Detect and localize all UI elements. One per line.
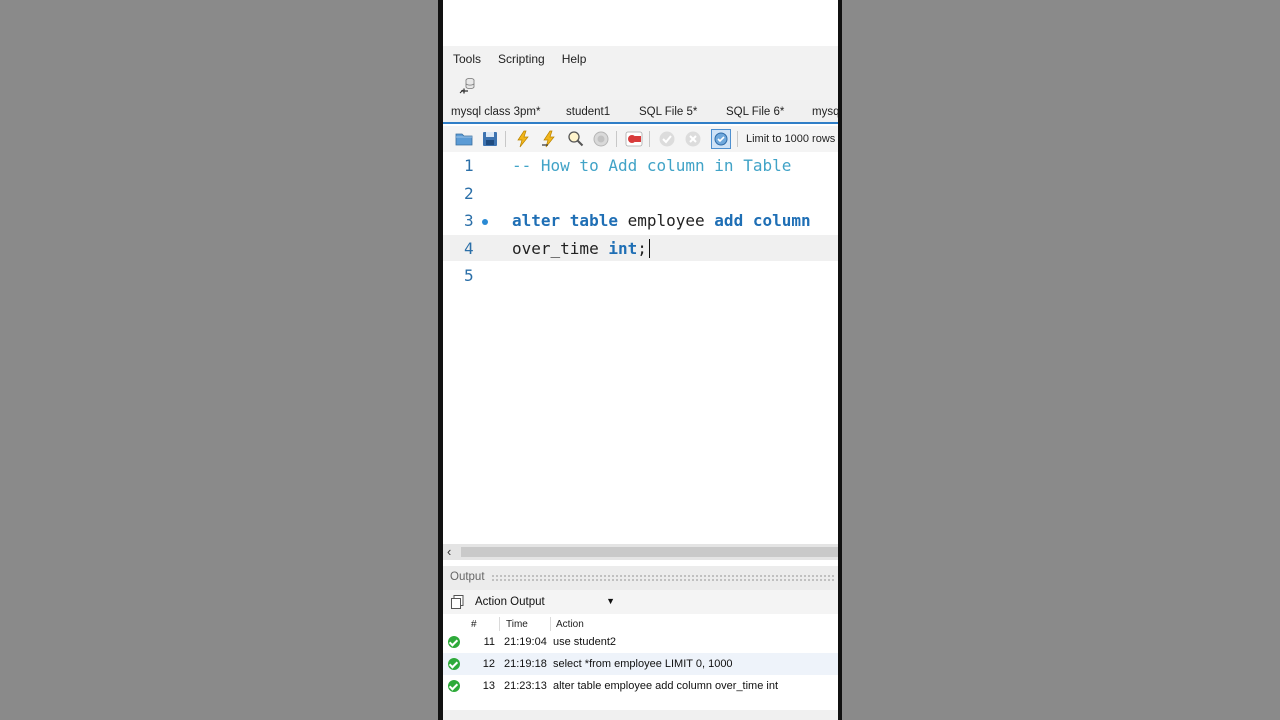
save-icon[interactable] (481, 130, 499, 148)
rollback-icon[interactable] (684, 130, 702, 148)
row-action: select *from employee LIMIT 0, 1000 (553, 658, 733, 670)
limit-rows-select[interactable]: Limit to 1000 rows (746, 133, 835, 145)
menu-bar: Tools Scripting Help (443, 46, 838, 72)
database-connection-icon[interactable] (458, 76, 478, 96)
editor-line[interactable]: 5 (443, 262, 838, 288)
success-check-icon (448, 636, 460, 648)
editor-line[interactable]: 1 -- How to Add column in Table (443, 152, 838, 178)
toggle-errors-icon[interactable] (625, 130, 643, 148)
keyword-token: int (608, 238, 638, 258)
row-time: 21:19:04 (504, 636, 547, 648)
keyword-token: add column (714, 211, 811, 230)
menu-help[interactable]: Help (562, 52, 587, 66)
line-number: 1 (464, 156, 474, 175)
row-action: alter table employee add column over_tim… (553, 680, 779, 692)
menu-scripting[interactable]: Scripting (498, 52, 545, 66)
open-file-icon[interactable] (455, 130, 473, 148)
table-row[interactable]: 11 21:19:04 use student2 (443, 631, 838, 653)
scrollbar-thumb[interactable] (461, 547, 838, 557)
dropdown-arrow-icon: ▼ (606, 596, 615, 606)
column-header-action[interactable]: Action (556, 619, 584, 630)
line-number: 2 (464, 183, 474, 203)
toolbar-separator (505, 131, 506, 147)
row-time: 21:19:18 (504, 658, 547, 670)
statement-marker-icon (482, 219, 488, 225)
stop-icon[interactable] (592, 130, 610, 148)
column-divider (499, 617, 500, 631)
code-text: alter table employee add column (512, 211, 811, 230)
sql-editor[interactable]: 1 -- How to Add column in Table 2 3 alter ta… (443, 152, 838, 544)
execute-current-icon[interactable] (540, 130, 558, 148)
toolbar-separator (616, 131, 617, 147)
keyword-token: alter table (512, 211, 618, 230)
row-number: 13 (482, 680, 495, 692)
row-number: 12 (482, 658, 495, 670)
status-strip (443, 710, 838, 720)
commit-check-icon[interactable] (658, 130, 676, 148)
tab-sql-file-5[interactable]: SQL File 5* (639, 106, 697, 118)
workbench-window: Tools Scripting Help mysql class 3pm* st… (443, 0, 838, 720)
editor-line[interactable]: 2 (443, 180, 838, 206)
tab-mysql-overflow[interactable]: mysq (812, 106, 838, 118)
editor-line[interactable]: 3 alter table employee add column (443, 207, 838, 233)
scroll-left-arrow-icon[interactable]: ‹ (447, 544, 451, 560)
plain-token: ; (637, 238, 647, 258)
text-caret (648, 238, 651, 258)
main-toolbar (443, 72, 838, 100)
horizontal-scrollbar[interactable]: ‹ (443, 544, 838, 560)
row-action: use student2 (553, 636, 616, 648)
table-row[interactable]: 12 21:19:18 select *from employee LIMIT … (443, 653, 838, 675)
tab-student1[interactable]: student1 (566, 106, 610, 118)
autocommit-icon[interactable] (711, 129, 731, 149)
column-header-number[interactable]: # (471, 619, 477, 630)
column-header-time[interactable]: Time (506, 619, 528, 630)
code-text: -- How to Add column in Table (512, 156, 791, 175)
comment-token: -- How to Add column in Table (512, 156, 792, 175)
sql-editor-toolbar: Limit to 1000 rows (443, 126, 838, 152)
row-number: 11 (483, 636, 495, 648)
toolbar-separator (737, 131, 738, 147)
row-time: 21:23:13 (504, 680, 547, 692)
explain-magnifier-icon[interactable] (566, 130, 584, 148)
line-number: 4 (464, 238, 474, 258)
output-panel-title: Output (450, 571, 485, 583)
editor-line[interactable]: 4 over_time int; (443, 234, 838, 261)
code-text: over_time int; (512, 238, 651, 258)
menu-tools[interactable]: Tools (453, 52, 481, 66)
column-divider (550, 617, 551, 631)
output-toolbar: Action Output ▼ (443, 590, 838, 614)
toolbar-separator (649, 131, 650, 147)
editor-tab-strip: mysql class 3pm* student1 SQL File 5* SQ… (443, 100, 838, 124)
table-row[interactable]: 13 21:23:13 alter table employee add col… (443, 675, 838, 697)
panel-grip[interactable] (491, 574, 836, 581)
plain-token: employee (617, 211, 715, 230)
copy-icon[interactable] (450, 594, 466, 610)
output-panel-header: Output (443, 566, 838, 590)
success-check-icon (448, 658, 460, 670)
execute-lightning-icon[interactable] (514, 130, 532, 148)
tab-mysql-class[interactable]: mysql class 3pm* (451, 106, 540, 118)
line-number: 5 (464, 266, 474, 285)
tab-sql-file-6[interactable]: SQL File 6* (726, 106, 784, 118)
output-type-value: Action Output (475, 596, 545, 608)
line-number: 3 (464, 211, 474, 230)
output-type-select[interactable]: Action Output ▼ (471, 592, 619, 612)
plain-token: over_time (512, 238, 609, 258)
success-check-icon (448, 680, 460, 692)
top-blank-area (443, 0, 838, 46)
